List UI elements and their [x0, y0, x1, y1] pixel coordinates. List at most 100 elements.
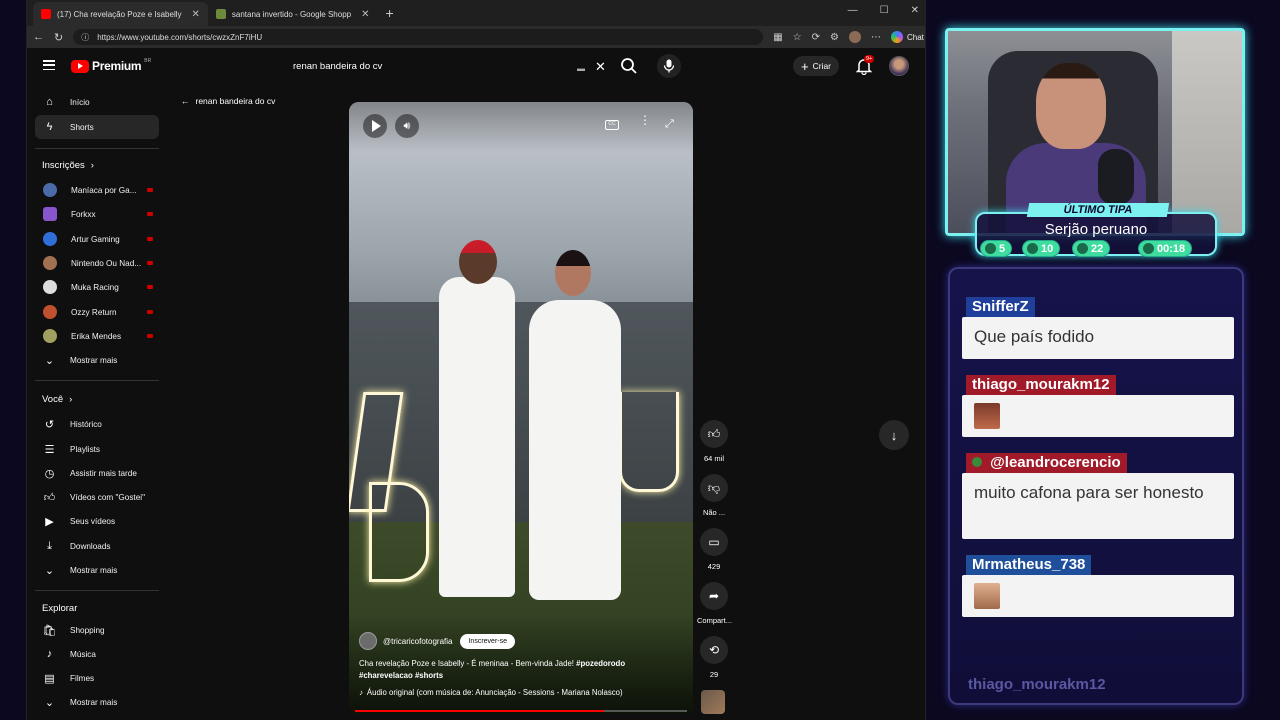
channel-avatar [43, 256, 57, 270]
sidebar-item-label: Forkxx [71, 209, 96, 219]
more-options-icon[interactable]: ⋮ [639, 114, 651, 126]
youtube-header: Premium BR renan bandeira do cv ▬ ✕ + Cr… [27, 48, 925, 84]
hashtag-link[interactable]: #charevelacao [359, 671, 413, 680]
sidebar-item-subscription[interactable]: Forkxx [35, 202, 159, 226]
tab-google-shopping[interactable]: santana invertido - Google Shopp ✕ [208, 2, 378, 26]
chat-message-emote [962, 575, 1234, 617]
channel-name-link[interactable]: @tricaricofotografia [383, 637, 452, 646]
refresh-extension-icon[interactable]: ⟳ [812, 32, 820, 43]
profile-avatar[interactable] [849, 31, 861, 43]
site-info-icon[interactable]: ⓘ [81, 32, 89, 43]
sidebar-item-label: Playlists [70, 444, 101, 454]
divider [35, 148, 159, 149]
sidebar-item-subscription[interactable]: Maníaca por Ga... [35, 178, 159, 202]
back-arrow-icon[interactable]: ← [33, 31, 44, 43]
channel-row: @tricaricofotografia Inscrever-se [359, 632, 515, 650]
keyboard-icon[interactable]: ▬ [577, 64, 585, 73]
sidebar-item-your-videos[interactable]: ▶ Seus vídeos [35, 509, 159, 533]
new-tab-button[interactable]: + [378, 2, 402, 26]
you-heading[interactable]: Você › [42, 394, 72, 405]
search-icon[interactable] [619, 56, 639, 76]
dislike-button[interactable]: 👎︎ Não ... [697, 474, 731, 517]
create-button[interactable]: + Criar [793, 56, 840, 76]
sidebar-item-home[interactable]: ⌂ Início [35, 90, 159, 114]
sidebar-item-subscription[interactable]: Muka Racing [35, 275, 159, 299]
region-code: BR [144, 58, 152, 64]
channel-avatar [43, 305, 57, 319]
clear-search-icon[interactable]: ✕ [595, 59, 606, 75]
close-tab-icon[interactable]: ✕ [361, 9, 369, 20]
brand-text: Premium [92, 59, 142, 73]
sound-thumbnail[interactable] [701, 690, 725, 714]
sidebar-item-downloads[interactable]: ⤓ Downloads [35, 534, 159, 558]
search-input[interactable]: renan bandeira do cv ▬ ✕ [283, 54, 607, 78]
close-window-button[interactable]: ✕ [911, 5, 919, 16]
more-menu-icon[interactable]: ⋯ [871, 32, 881, 43]
apps-icon[interactable]: ▦ [773, 32, 782, 43]
audio-link[interactable]: ♪ Áudio original (com música de: Anuncia… [359, 688, 623, 697]
video-progress-bar[interactable] [355, 710, 687, 712]
stat-value: 5 [999, 242, 1006, 255]
sidebar-item-subscription[interactable]: Erika Mendes [35, 324, 159, 348]
dislike-icon: 👎︎ [700, 474, 728, 502]
sidebar-item-subscription[interactable]: Ozzy Return [35, 300, 159, 324]
volume-icon[interactable]: 🔊︎ [395, 114, 419, 138]
sidebar-item-history[interactable]: ↺ Histórico [35, 412, 159, 436]
play-icon[interactable] [363, 114, 387, 138]
extensions-icon[interactable]: ⚙ [830, 32, 839, 43]
subscribe-button[interactable]: Inscrever-se [460, 633, 515, 649]
channel-avatar[interactable] [359, 632, 377, 650]
reload-icon[interactable]: ↻ [54, 31, 63, 44]
url-field[interactable]: ⓘ https://www.youtube.com/shorts/cwzxZnF… [73, 29, 764, 45]
short-video-player[interactable]: 🔊︎ CC ⋮ ⤢ @tricaricofotografia Inscrever… [349, 102, 693, 714]
video-count-pill: 10 [1022, 240, 1061, 257]
voice-search-button[interactable] [657, 54, 681, 78]
whatsapp-icon [1143, 243, 1154, 254]
movies-icon: ▤ [44, 672, 55, 685]
chat-username: SnifferZ [966, 297, 1035, 317]
sidebar-item-playlists[interactable]: ☰ Playlists [35, 437, 159, 461]
emote-image [974, 403, 1000, 429]
account-avatar[interactable] [889, 56, 909, 76]
close-tab-icon[interactable]: ✕ [192, 9, 200, 20]
youtube-logo[interactable]: Premium BR [71, 58, 152, 73]
minimize-button[interactable]: — [848, 5, 858, 16]
show-more-explore[interactable]: ⌄ Mostrar mais [35, 690, 159, 714]
maximize-button[interactable]: ☐ [880, 5, 889, 16]
sidebar-item-shopping[interactable]: 🛍︎ Shopping [35, 618, 159, 642]
channel-avatar [43, 329, 57, 343]
subscriptions-heading[interactable]: Inscrições › [42, 160, 94, 171]
share-label: Compart... [697, 616, 733, 625]
bookmark-star-icon[interactable]: ☆ [793, 32, 802, 43]
remix-button[interactable]: ⟲ 29 [697, 636, 731, 679]
hashtag-link[interactable]: #pozedorodo [576, 659, 625, 668]
back-to-search-link[interactable]: ← renan bandeira do cv [181, 96, 275, 106]
next-short-button[interactable]: ↓ [879, 420, 909, 450]
sidebar-item-movies[interactable]: ▤ Filmes [35, 666, 159, 690]
share-button[interactable]: ➦ Compart... [697, 582, 733, 625]
stat-value: 00:18 [1157, 242, 1186, 255]
microphone [1098, 149, 1134, 205]
chevron-down-icon: ⌄ [44, 354, 55, 367]
like-button[interactable]: 👍︎ 64 mil [697, 420, 731, 463]
sidebar-item-liked[interactable]: 👍︎ Vídeos com "Gostei" [35, 485, 159, 509]
video-title[interactable]: Cha revelação Poze e Isabelly - É menina… [359, 658, 679, 682]
tab-youtube-short[interactable]: (17) Cha revelação Poze e Isabelly ✕ [33, 2, 208, 26]
dislike-label: Não ... [702, 508, 726, 517]
sidebar-item-subscription[interactable]: Nintendo Ou Nad... [35, 251, 159, 275]
hamburger-menu-icon[interactable] [43, 60, 55, 71]
show-more-subscriptions[interactable]: ⌄ Mostrar mais [35, 348, 159, 372]
sidebar-item-subscription[interactable]: Artur Gaming [35, 227, 159, 251]
show-more-you[interactable]: ⌄ Mostrar mais [35, 558, 159, 582]
sidebar-item-music[interactable]: ♪ Música [35, 642, 159, 666]
captions-icon[interactable]: CC [605, 120, 619, 130]
browser-window: (17) Cha revelação Poze e Isabelly ✕ san… [26, 0, 926, 720]
hashtag-link[interactable]: #shorts [415, 671, 443, 680]
watch-later-icon: ◷ [44, 467, 55, 480]
fullscreen-icon[interactable]: ⤢ [665, 118, 674, 131]
comments-button[interactable]: ▭ 429 [697, 528, 731, 571]
copilot-chat-button[interactable]: Chat [891, 31, 924, 43]
sidebar-item-watch-later[interactable]: ◷ Assistir mais tarde [35, 461, 159, 485]
shopping-icon: 🛍︎ [42, 624, 57, 637]
sidebar-item-shorts[interactable]: ϟ Shorts [35, 115, 159, 139]
